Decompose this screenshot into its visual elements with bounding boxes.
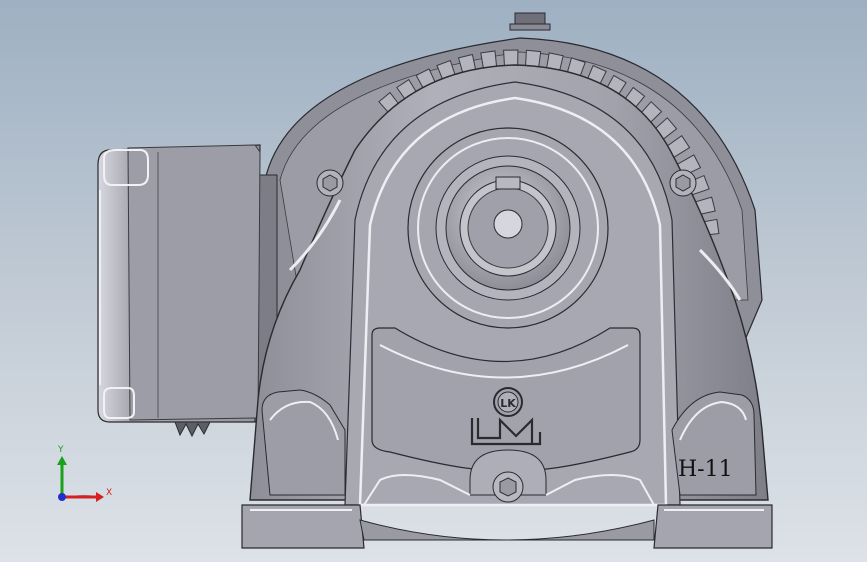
output-shaft [407, 127, 609, 329]
model-label: H-11 [678, 457, 733, 482]
graphics-viewport[interactable]: LK H-11 X Y [0, 0, 867, 562]
bolt-boss-left [316, 169, 344, 197]
terminal-box [97, 144, 278, 438]
y-axis-label: Y [57, 445, 64, 455]
z-axis-origin [58, 493, 66, 501]
gearbox-model-render[interactable]: LK H-11 X Y [0, 0, 867, 562]
x-axis-label: X [106, 488, 112, 498]
bolt-boss-right [669, 169, 697, 197]
y-axis-arrowhead [57, 456, 67, 465]
coordinate-triad: X Y [57, 445, 112, 502]
x-axis-arrowhead [96, 492, 104, 502]
logo-text: LK [500, 397, 516, 410]
